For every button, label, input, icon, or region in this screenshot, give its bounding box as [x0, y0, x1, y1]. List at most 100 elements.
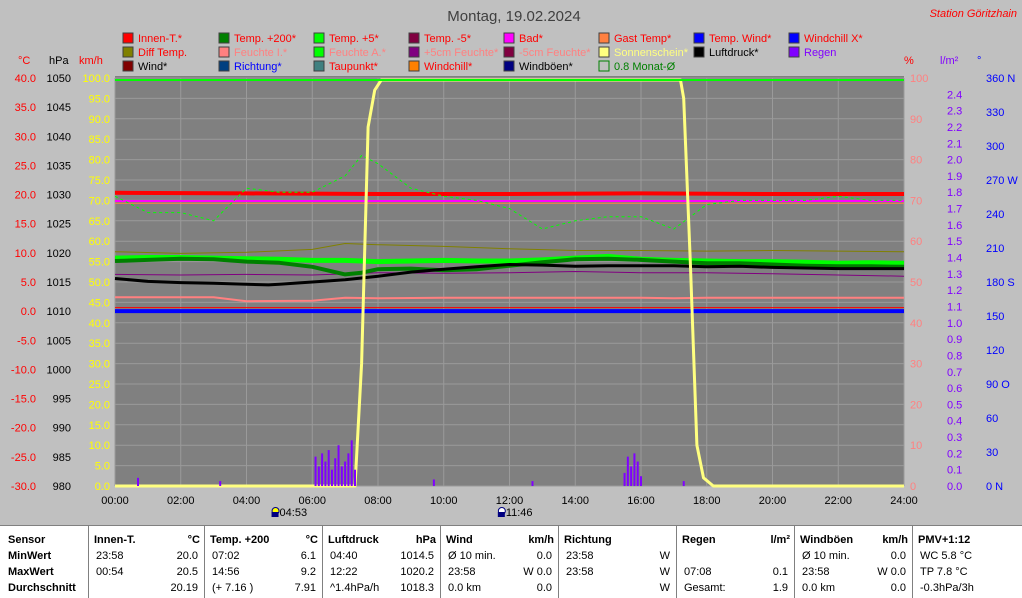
y-tick-rain_lm2: 0.6 [947, 383, 962, 395]
y-tick-direction: 120 [986, 345, 1004, 357]
x-tick-label: 18:00 [693, 495, 721, 507]
y-tick-direction: 210 [986, 243, 1004, 255]
y-tick-wind_kmh: 85.0 [89, 134, 110, 146]
y-tick-wind_kmh: 50.0 [89, 277, 110, 289]
unit-lm2: l/m² [940, 55, 959, 67]
y-tick-humidity_pct: 50 [910, 277, 922, 289]
legend-label: Richtung* [234, 61, 282, 73]
stats-column-divider [88, 526, 89, 598]
y-tick-temp_c: -15.0 [11, 394, 36, 406]
legend-swatch [122, 60, 134, 72]
y-tick-rain_lm2: 1.9 [947, 171, 962, 183]
x-tick-label: 04:00 [233, 495, 261, 507]
y-tick-direction: 180 S [986, 277, 1015, 289]
y-tick-direction: 300 [986, 141, 1004, 153]
legend-label: Gast Temp* [614, 33, 672, 45]
y-tick-pressure_hpa: 1005 [47, 335, 71, 347]
stats-cell-value: 0.0 [536, 550, 552, 562]
legend-label: Feuchte A.* [329, 47, 387, 59]
stats-cell-value: 0.0 [890, 550, 906, 562]
y-tick-rain_lm2: 1.2 [947, 285, 962, 297]
y-tick-temp_c: 10.0 [15, 248, 36, 260]
stats-col-header: Wind [446, 534, 473, 546]
y-tick-direction: 60 [986, 413, 998, 425]
legend-label: Windchill* [424, 61, 473, 73]
y-tick-pressure_hpa: 1040 [47, 131, 71, 143]
y-tick-direction: 360 N [986, 73, 1015, 85]
y-tick-humidity_pct: 60 [910, 236, 922, 248]
stats-cell-label: 00:54 [96, 566, 124, 578]
stats-column-divider [322, 526, 323, 598]
unit-kmh: km/h [79, 55, 103, 67]
y-tick-wind_kmh: 35.0 [89, 338, 110, 350]
stats-cell-label: 07:02 [212, 550, 240, 562]
y-tick-direction: 330 [986, 107, 1004, 119]
stats-row-label: MaxWert [8, 566, 54, 578]
y-tick-pressure_hpa: 1000 [47, 364, 71, 376]
marker-base [271, 512, 279, 517]
legend-label: Diff Temp. [138, 47, 187, 59]
legend-swatch [218, 32, 230, 44]
y-tick-pressure_hpa: 980 [53, 481, 71, 493]
stats-col-header: Innen-T. [94, 534, 136, 546]
y-tick-rain_lm2: 0.3 [947, 432, 962, 444]
y-tick-direction: 150 [986, 311, 1004, 323]
x-tick-label: 14:00 [561, 495, 589, 507]
legend-swatch [598, 46, 610, 58]
legend-swatch [408, 60, 420, 72]
y-tick-direction: 0 N [986, 481, 1003, 493]
sunrise-icon [271, 507, 280, 517]
y-tick-rain_lm2: 1.4 [947, 253, 962, 265]
stats-column-divider [912, 526, 913, 598]
stats-row-label: Sensor [8, 534, 46, 546]
stats-cell-label: 0.0 km [802, 582, 836, 594]
weather-chart: Montag, 19.02.2024 Station Göritzhain In… [0, 0, 1022, 525]
y-tick-rain_lm2: 0.2 [947, 448, 962, 460]
stats-col-unit: km/h [882, 534, 908, 546]
y-tick-humidity_pct: 70 [910, 195, 922, 207]
stats-cell-value: 1014.5 [400, 550, 434, 562]
y-tick-wind_kmh: 60.0 [89, 236, 110, 248]
series-line-innen-t- [114, 190, 904, 196]
x-tick-label: 20:00 [759, 495, 787, 507]
y-tick-rain_lm2: 2.1 [947, 138, 962, 150]
y-tick-rain_lm2: 0.8 [947, 350, 962, 362]
grid-lines [114, 77, 905, 487]
x-tick-label: 06:00 [298, 495, 326, 507]
x-tick-label: 24:00 [890, 495, 918, 507]
y-tick-pressure_hpa: 1050 [47, 73, 71, 85]
legend-swatch [313, 60, 325, 72]
stats-cell-value: W [659, 566, 670, 578]
y-tick-pressure_hpa: 1020 [47, 248, 71, 260]
stats-cell-value: W 0.0 [877, 566, 906, 578]
y-tick-humidity_pct: 100 [910, 73, 928, 85]
y-tick-pressure_hpa: 1035 [47, 160, 71, 172]
y-tick-wind_kmh: 65.0 [89, 216, 110, 228]
y-tick-humidity_pct: 90 [910, 114, 922, 126]
y-tick-rain_lm2: 0.5 [947, 399, 962, 411]
y-tick-wind_kmh: 95.0 [89, 93, 110, 105]
stats-cell-label: ^1.4hPa/h [330, 582, 380, 594]
y-tick-humidity_pct: 30 [910, 359, 922, 371]
stats-col-unit: l/m² [770, 534, 790, 546]
y-tick-pressure_hpa: 1025 [47, 219, 71, 231]
legend-label: Regen [804, 47, 836, 59]
y-tick-wind_kmh: 80.0 [89, 155, 110, 167]
y-tick-rain_lm2: 1.1 [947, 301, 962, 313]
stats-column-divider [794, 526, 795, 598]
stats-cell-value: W [659, 582, 670, 594]
legend-label: -5cm Feuchte* [519, 47, 591, 59]
y-tick-rain_lm2: 1.3 [947, 269, 962, 281]
unit-hpa: hPa [49, 55, 69, 67]
y-tick-humidity_pct: 80 [910, 155, 922, 167]
stats-cell-label: Ø 10 min. [448, 550, 496, 562]
stats-col-header: Regen [682, 534, 716, 546]
y-tick-temp_c: -5.0 [17, 335, 36, 347]
y-tick-direction: 90 O [986, 379, 1010, 391]
y-tick-pressure_hpa: 1030 [47, 190, 71, 202]
stats-cell-label: (+ 7.16 ) [212, 582, 254, 594]
y-tick-temp_c: 5.0 [21, 277, 36, 289]
y-tick-rain_lm2: 2.3 [947, 106, 962, 118]
stats-col-header: Richtung [564, 534, 612, 546]
stats-cell-value: 0.0 [536, 582, 552, 594]
